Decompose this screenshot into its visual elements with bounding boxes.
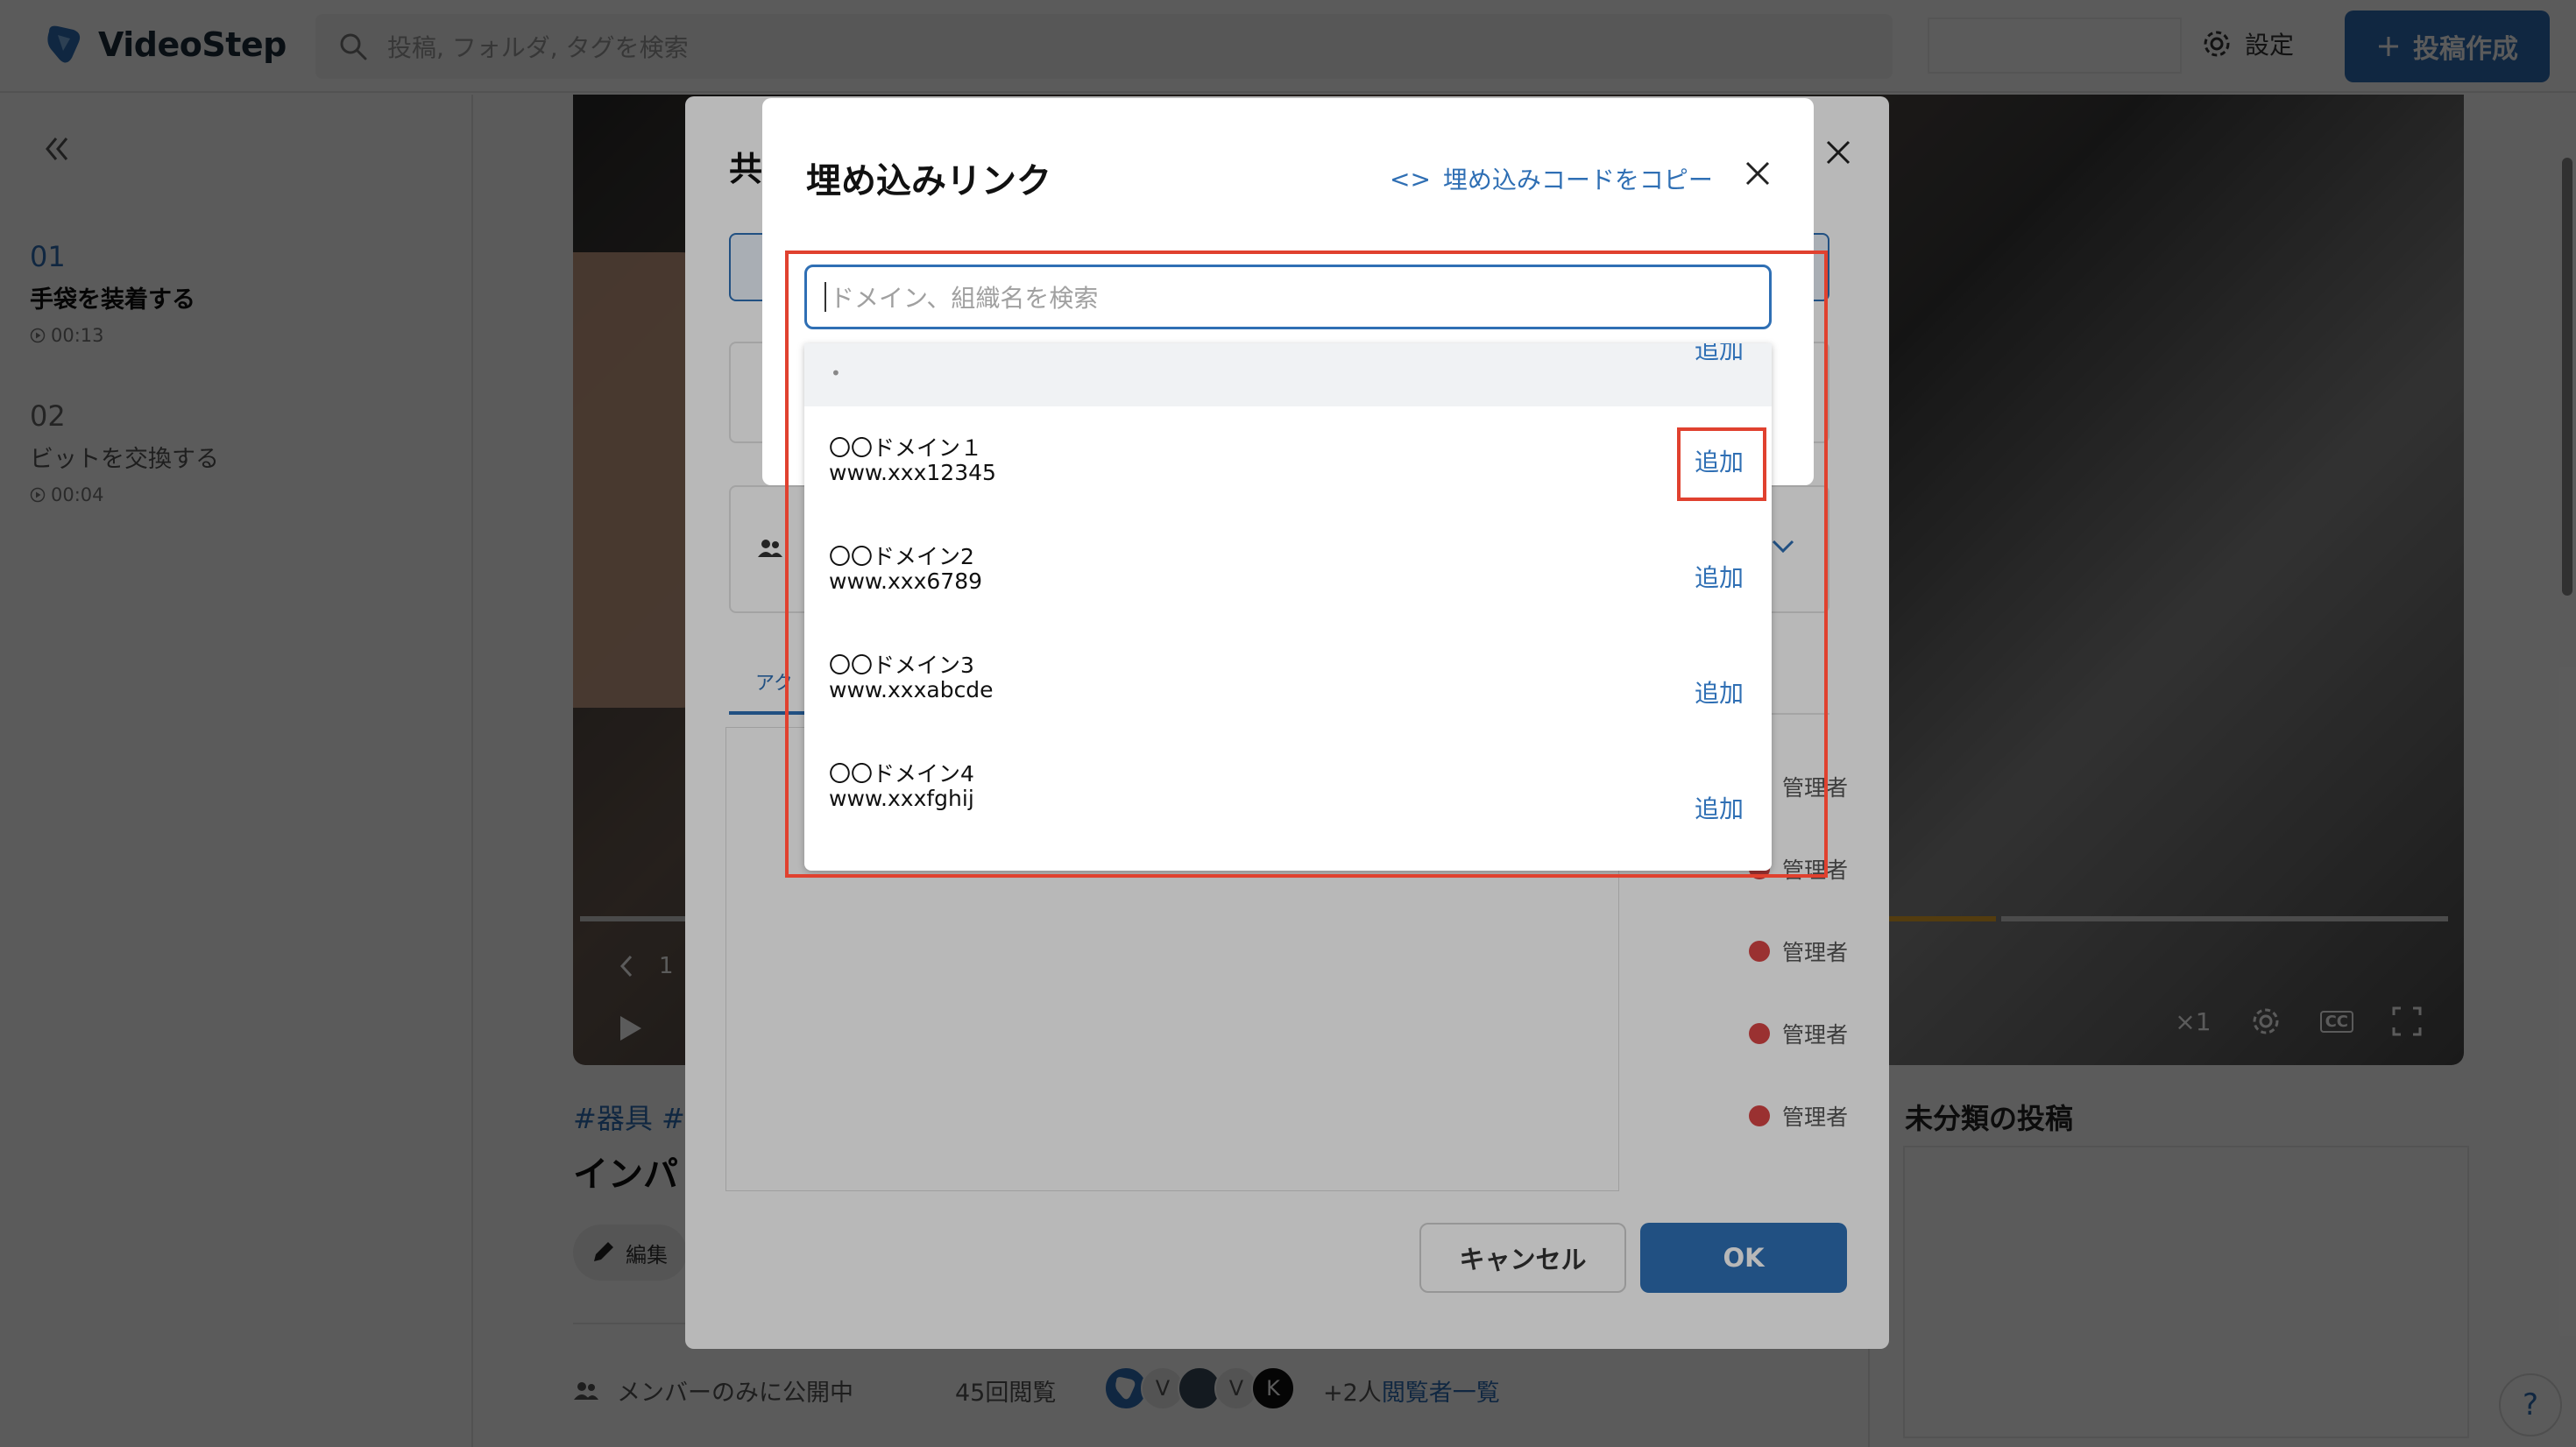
close-icon xyxy=(1745,161,1770,186)
annotation-highlight-add xyxy=(1677,427,1766,501)
annotation-highlight-frame xyxy=(785,251,1828,878)
code-icon: <> xyxy=(1390,164,1431,194)
copy-embed-code-label: 埋め込みコードをコピー xyxy=(1442,166,1713,194)
embed-close-button[interactable] xyxy=(1744,159,1772,187)
embed-modal-title: 埋め込みリンク xyxy=(806,161,1051,201)
copy-embed-code-button[interactable]: <> 埋め込みコードをコピー xyxy=(1390,161,1713,196)
